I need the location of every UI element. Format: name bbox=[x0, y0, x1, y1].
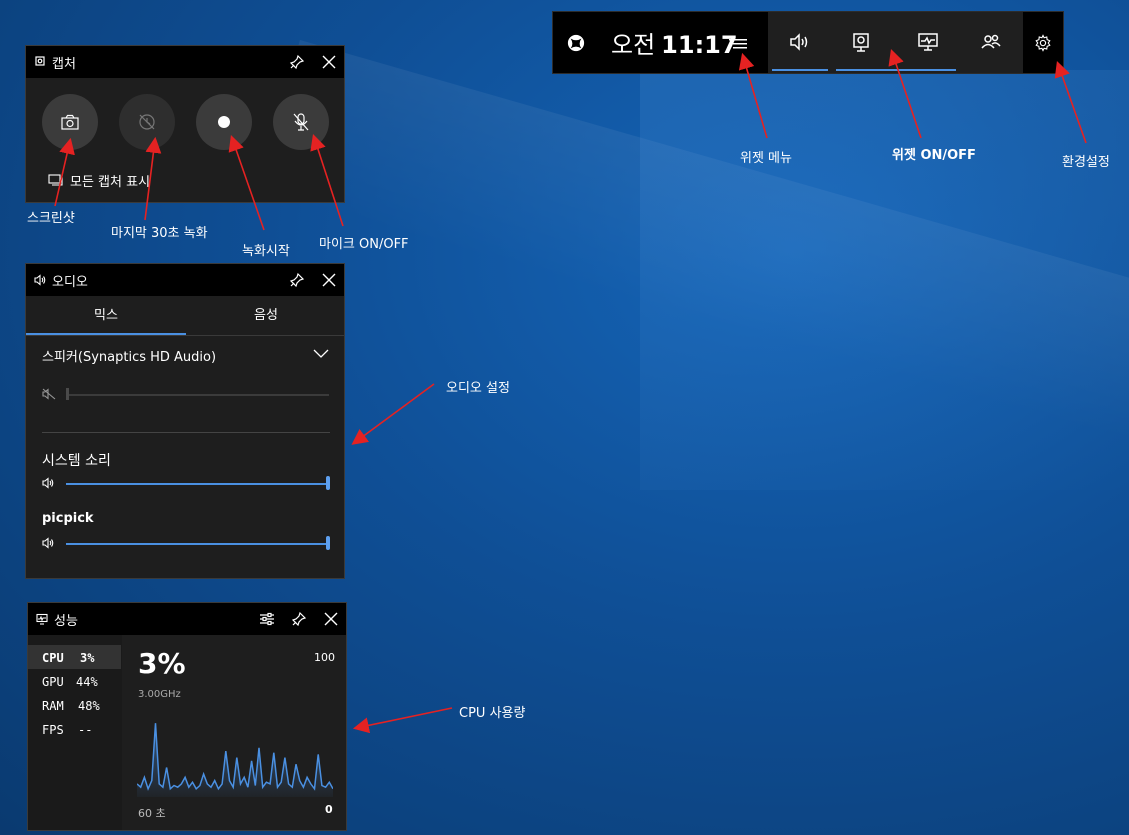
annotation-audio-settings: 오디오 설정 bbox=[446, 381, 510, 396]
annotation-record: 녹화시작 bbox=[242, 244, 290, 259]
arrow-mic bbox=[310, 133, 344, 227]
annotation-mic: 마이크 ON/OFF bbox=[319, 237, 409, 252]
annotation-last30: 마지막 30초 녹화 bbox=[111, 226, 208, 241]
annotation-widget-menu: 위젯 메뉴 bbox=[740, 151, 792, 166]
arrow-widget-menu bbox=[738, 52, 768, 139]
arrow-widget-onoff bbox=[888, 48, 922, 139]
annotation-cpu-usage: CPU 사용량 bbox=[459, 706, 526, 721]
annotation-settings: 환경설정 bbox=[1062, 155, 1110, 170]
arrow-screenshot bbox=[54, 137, 75, 207]
arrow-cpu-usage bbox=[352, 707, 453, 734]
arrow-record bbox=[228, 134, 265, 231]
annotation-arrows bbox=[54, 48, 1087, 734]
arrow-settings bbox=[1054, 60, 1087, 144]
arrow-audio-settings bbox=[351, 383, 435, 445]
arrow-last30 bbox=[144, 136, 162, 221]
annotation-widget-onoff: 위젯 ON/OFF bbox=[892, 148, 976, 163]
annotation-screenshot: 스크린샷 bbox=[27, 211, 75, 226]
